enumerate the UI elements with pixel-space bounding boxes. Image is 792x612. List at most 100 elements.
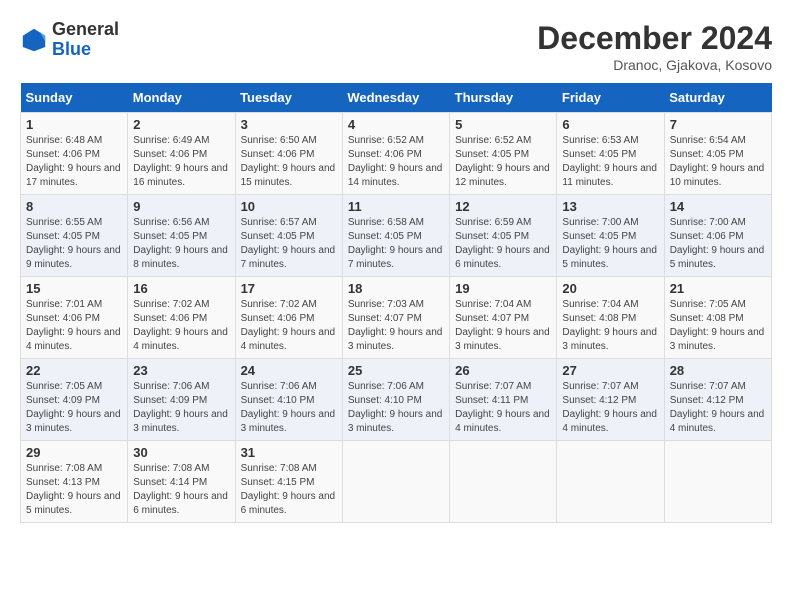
day-info: Sunrise: 7:04 AMSunset: 4:07 PMDaylight:…	[455, 298, 551, 354]
day-number: 5	[455, 117, 551, 132]
day-cell-23: 23 Sunrise: 7:06 AMSunset: 4:09 PMDayligh…	[128, 359, 235, 441]
day-info: Sunrise: 7:00 AMSunset: 4:06 PMDaylight:…	[670, 216, 766, 272]
calendar-body: 1Sunrise: 6:48 AMSunset: 4:06 PMDaylight…	[21, 113, 772, 523]
day-info: Sunrise: 6:58 AMSunset: 4:05 PMDaylight:…	[348, 216, 444, 272]
day-number: 13	[562, 199, 658, 214]
day-cell-5: 5Sunrise: 6:52 AMSunset: 4:05 PMDaylight…	[450, 113, 557, 195]
day-number: 3	[241, 117, 337, 132]
day-info: Sunrise: 7:00 AMSunset: 4:05 PMDaylight:…	[562, 216, 658, 272]
week-row-3: 15Sunrise: 7:01 AMSunset: 4:06 PMDayligh…	[21, 277, 772, 359]
weekday-header-saturday: Saturday	[664, 83, 771, 113]
weekday-header-tuesday: Tuesday	[235, 83, 342, 113]
day-number: 2	[133, 117, 229, 132]
day-info: Sunrise: 7:04 AMSunset: 4:08 PMDaylight:…	[562, 298, 658, 354]
day-number: 29	[26, 445, 122, 460]
day-cell-19: 19Sunrise: 7:04 AMSunset: 4:07 PMDayligh…	[450, 277, 557, 359]
day-cell-3: 3 Sunrise: 6:50 AMSunset: 4:06 PMDaylight…	[235, 113, 342, 195]
day-cell-6: 6Sunrise: 6:53 AMSunset: 4:05 PMDaylight…	[557, 113, 664, 195]
day-cell-28: 28 Sunrise: 7:07 AMSunset: 4:12 PMDayligh…	[664, 359, 771, 441]
day-cell-22: 22Sunrise: 7:05 AMSunset: 4:09 PMDayligh…	[21, 359, 128, 441]
day-cell-7: 7Sunrise: 6:54 AMSunset: 4:05 PMDaylight…	[664, 113, 771, 195]
day-cell-13: 13 Sunrise: 7:00 AMSunset: 4:05 PMDayligh…	[557, 195, 664, 277]
day-info: Sunrise: 7:05 AMSunset: 4:08 PMDaylight:…	[670, 298, 766, 354]
day-number: 10	[241, 199, 337, 214]
day-cell-29: 29 Sunrise: 7:08 AMSunset: 4:13 PMDayligh…	[21, 441, 128, 523]
day-cell-25: 25 Sunrise: 7:06 AMSunset: 4:10 PMDayligh…	[342, 359, 449, 441]
day-number: 21	[670, 281, 766, 296]
day-number: 9	[133, 199, 229, 214]
weekday-header-friday: Friday	[557, 83, 664, 113]
calendar-table: SundayMondayTuesdayWednesdayThursdayFrid…	[20, 83, 772, 523]
day-number: 8	[26, 199, 122, 214]
day-cell-2: 2 Sunrise: 6:49 AMSunset: 4:06 PMDaylight…	[128, 113, 235, 195]
day-info: Sunrise: 6:49 AMSunset: 4:06 PMDaylight:…	[133, 134, 229, 190]
logo-icon	[20, 26, 48, 54]
day-info: Sunrise: 7:02 AMSunset: 4:06 PMDaylight:…	[241, 298, 337, 354]
empty-cell	[557, 441, 664, 523]
day-number: 28	[670, 363, 766, 378]
day-number: 16	[133, 281, 229, 296]
empty-cell	[664, 441, 771, 523]
day-number: 4	[348, 117, 444, 132]
day-cell-10: 10 Sunrise: 6:57 AMSunset: 4:05 PMDayligh…	[235, 195, 342, 277]
week-row-4: 22Sunrise: 7:05 AMSunset: 4:09 PMDayligh…	[21, 359, 772, 441]
day-info: Sunrise: 6:50 AMSunset: 4:06 PMDaylight:…	[241, 134, 337, 190]
day-info: Sunrise: 7:07 AMSunset: 4:11 PMDaylight:…	[455, 380, 551, 436]
day-cell-17: 17Sunrise: 7:02 AMSunset: 4:06 PMDayligh…	[235, 277, 342, 359]
day-info: Sunrise: 6:52 AMSunset: 4:06 PMDaylight:…	[348, 134, 444, 190]
day-info: Sunrise: 7:07 AMSunset: 4:12 PMDaylight:…	[562, 380, 658, 436]
day-cell-15: 15Sunrise: 7:01 AMSunset: 4:06 PMDayligh…	[21, 277, 128, 359]
day-cell-1: 1Sunrise: 6:48 AMSunset: 4:06 PMDaylight…	[21, 113, 128, 195]
day-info: Sunrise: 7:07 AMSunset: 4:12 PMDaylight:…	[670, 380, 766, 436]
weekday-header-row: SundayMondayTuesdayWednesdayThursdayFrid…	[21, 83, 772, 113]
weekday-header-wednesday: Wednesday	[342, 83, 449, 113]
title-block: December 2024 Dranoc, Gjakova, Kosovo	[537, 20, 772, 73]
day-cell-8: 8 Sunrise: 6:55 AMSunset: 4:05 PMDaylight…	[21, 195, 128, 277]
day-number: 20	[562, 281, 658, 296]
day-cell-4: 4 Sunrise: 6:52 AMSunset: 4:06 PMDaylight…	[342, 113, 449, 195]
empty-cell	[450, 441, 557, 523]
day-cell-27: 27 Sunrise: 7:07 AMSunset: 4:12 PMDayligh…	[557, 359, 664, 441]
weekday-header-sunday: Sunday	[21, 83, 128, 113]
day-number: 23	[133, 363, 229, 378]
day-cell-16: 16 Sunrise: 7:02 AMSunset: 4:06 PMDayligh…	[128, 277, 235, 359]
day-info: Sunrise: 6:57 AMSunset: 4:05 PMDaylight:…	[241, 216, 337, 272]
week-row-1: 1Sunrise: 6:48 AMSunset: 4:06 PMDaylight…	[21, 113, 772, 195]
day-info: Sunrise: 6:55 AMSunset: 4:05 PMDaylight:…	[26, 216, 122, 272]
day-info: Sunrise: 7:08 AMSunset: 4:14 PMDaylight:…	[133, 462, 229, 518]
logo-text: General Blue	[52, 20, 119, 60]
day-info: Sunrise: 7:05 AMSunset: 4:09 PMDaylight:…	[26, 380, 122, 436]
day-info: Sunrise: 6:59 AMSunset: 4:05 PMDaylight:…	[455, 216, 551, 272]
day-number: 14	[670, 199, 766, 214]
location: Dranoc, Gjakova, Kosovo	[537, 57, 772, 73]
day-number: 12	[455, 199, 551, 214]
weekday-header-thursday: Thursday	[450, 83, 557, 113]
day-cell-31: 31Sunrise: 7:08 AMSunset: 4:15 PMDayligh…	[235, 441, 342, 523]
day-info: Sunrise: 6:48 AMSunset: 4:06 PMDaylight:…	[26, 134, 122, 190]
day-info: Sunrise: 7:08 AMSunset: 4:13 PMDaylight:…	[26, 462, 122, 518]
day-cell-14: 14 Sunrise: 7:00 AMSunset: 4:06 PMDayligh…	[664, 195, 771, 277]
day-cell-30: 30 Sunrise: 7:08 AMSunset: 4:14 PMDayligh…	[128, 441, 235, 523]
day-info: Sunrise: 6:54 AMSunset: 4:05 PMDaylight:…	[670, 134, 766, 190]
day-number: 26	[455, 363, 551, 378]
day-cell-20: 20 Sunrise: 7:04 AMSunset: 4:08 PMDayligh…	[557, 277, 664, 359]
day-info: Sunrise: 7:02 AMSunset: 4:06 PMDaylight:…	[133, 298, 229, 354]
day-number: 18	[348, 281, 444, 296]
day-number: 25	[348, 363, 444, 378]
day-cell-21: 21 Sunrise: 7:05 AMSunset: 4:08 PMDayligh…	[664, 277, 771, 359]
day-cell-11: 11Sunrise: 6:58 AMSunset: 4:05 PMDayligh…	[342, 195, 449, 277]
weekday-header-monday: Monday	[128, 83, 235, 113]
day-cell-24: 24Sunrise: 7:06 AMSunset: 4:10 PMDayligh…	[235, 359, 342, 441]
day-number: 27	[562, 363, 658, 378]
day-info: Sunrise: 7:06 AMSunset: 4:09 PMDaylight:…	[133, 380, 229, 436]
day-info: Sunrise: 7:01 AMSunset: 4:06 PMDaylight:…	[26, 298, 122, 354]
week-row-5: 29 Sunrise: 7:08 AMSunset: 4:13 PMDayligh…	[21, 441, 772, 523]
empty-cell	[342, 441, 449, 523]
day-info: Sunrise: 7:06 AMSunset: 4:10 PMDaylight:…	[241, 380, 337, 436]
day-info: Sunrise: 7:06 AMSunset: 4:10 PMDaylight:…	[348, 380, 444, 436]
day-cell-26: 26 Sunrise: 7:07 AMSunset: 4:11 PMDayligh…	[450, 359, 557, 441]
day-info: Sunrise: 6:53 AMSunset: 4:05 PMDaylight:…	[562, 134, 658, 190]
day-info: Sunrise: 6:56 AMSunset: 4:05 PMDaylight:…	[133, 216, 229, 272]
month-title: December 2024	[537, 20, 772, 57]
day-number: 30	[133, 445, 229, 460]
